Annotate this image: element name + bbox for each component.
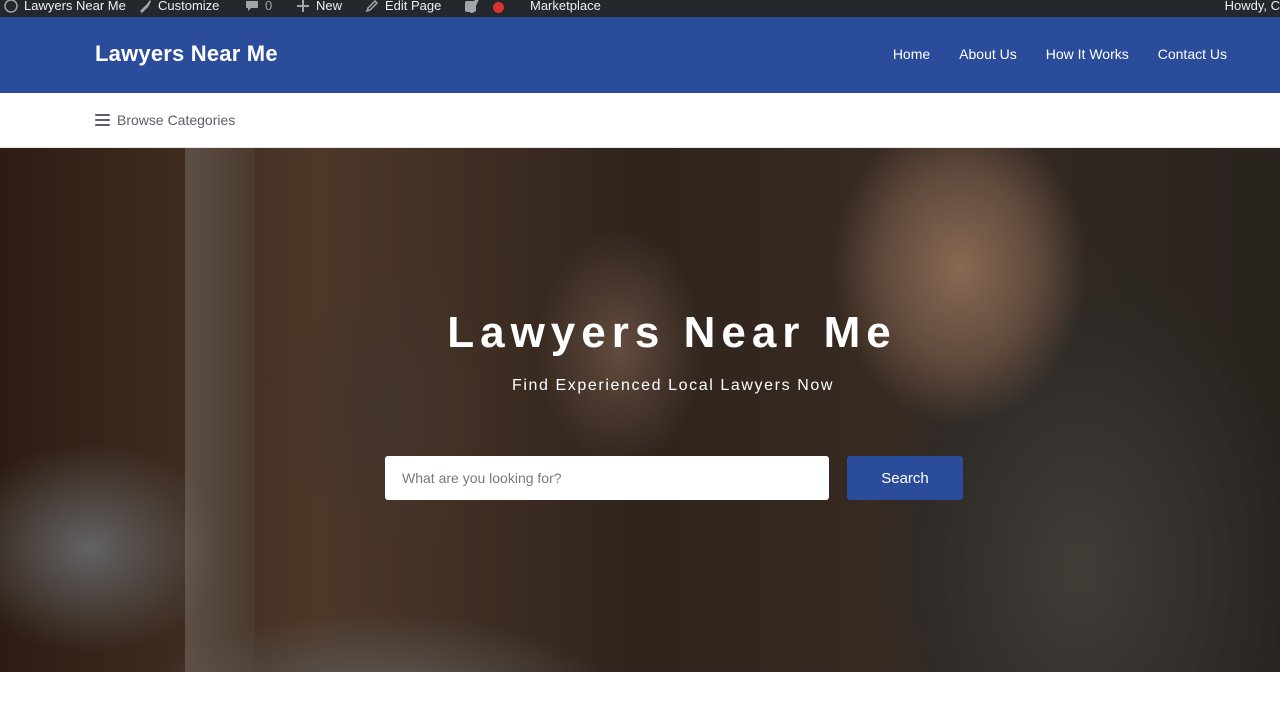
admin-bar-new[interactable]: New	[296, 0, 342, 16]
browse-bar: Browse Categories	[0, 93, 1280, 148]
admin-bar-comments[interactable]: 0	[245, 0, 272, 16]
pencil-icon	[365, 0, 379, 13]
hamburger-menu-icon	[95, 114, 110, 127]
plus-icon	[296, 0, 310, 13]
admin-bar-account[interactable]: Howdy, C	[1225, 0, 1280, 16]
admin-bar-marketplace-label: Marketplace	[530, 0, 601, 13]
admin-bar-status[interactable]	[493, 0, 504, 16]
hero-subtitle: Find Experienced Local Lawyers Now	[511, 377, 835, 394]
browse-categories-button[interactable]: Browse Categories	[95, 112, 235, 128]
paintbrush-icon	[138, 0, 152, 13]
admin-bar-new-label: New	[316, 0, 343, 13]
browse-categories-label: Browse Categories	[117, 112, 236, 128]
site-header: Lawyers Near Me Home About Us How It Wor…	[0, 17, 1280, 93]
admin-bar-customize-label: Customize	[158, 0, 220, 13]
yoast-seo-icon	[464, 0, 479, 13]
admin-bar-marketplace[interactable]: Marketplace	[530, 0, 601, 16]
search-input[interactable]	[385, 456, 829, 500]
nav-how-it-works[interactable]: How It Works	[1046, 46, 1129, 62]
admin-bar-edit-page-label: Edit Page	[385, 0, 442, 13]
hero-content: Lawyers Near Me Find Experienced Local L…	[0, 148, 1280, 672]
comment-bubble-icon	[245, 0, 259, 13]
nav-home[interactable]: Home	[893, 46, 930, 62]
nav-contact-us[interactable]: Contact Us	[1158, 46, 1227, 62]
admin-bar-edit-page[interactable]: Edit Page	[365, 0, 441, 16]
main-nav: Home About Us How It Works Contact Us	[893, 46, 1227, 62]
admin-bar-comments-count: 0	[265, 0, 273, 13]
admin-bar: Lawyers Near Me Customize 0 New Edit Pag…	[0, 0, 1280, 17]
hero-title: Lawyers Near Me	[447, 308, 897, 357]
admin-bar-site-name: Lawyers Near Me	[24, 0, 126, 13]
admin-bar-howdy: Howdy, C	[1224, 0, 1280, 13]
site-logo[interactable]: Lawyers Near Me	[95, 41, 278, 67]
admin-bar-site-link[interactable]: Lawyers Near Me	[4, 0, 126, 16]
hero-section: Lawyers Near Me Find Experienced Local L…	[0, 148, 1280, 672]
admin-bar-seo[interactable]	[464, 0, 479, 16]
red-status-dot-icon	[493, 1, 504, 13]
wordpress-icon	[4, 0, 18, 13]
admin-bar-customize[interactable]: Customize	[138, 0, 219, 16]
search-button[interactable]: Search	[847, 456, 963, 500]
nav-about-us[interactable]: About Us	[959, 46, 1017, 62]
